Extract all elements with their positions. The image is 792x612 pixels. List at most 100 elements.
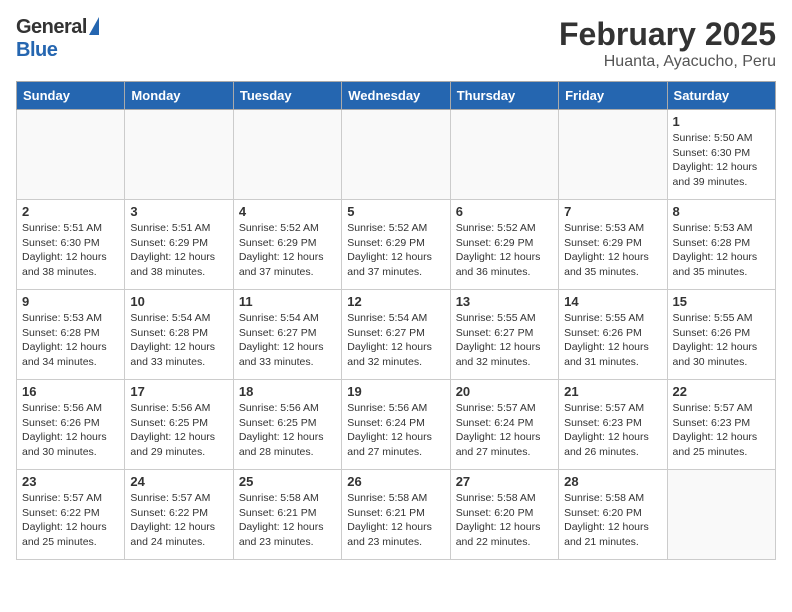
- week-row-2: 2Sunrise: 5:51 AM Sunset: 6:30 PM Daylig…: [17, 200, 776, 290]
- cell-text: Sunrise: 5:50 AM Sunset: 6:30 PM Dayligh…: [673, 131, 770, 190]
- location-title: Huanta, Ayacucho, Peru: [559, 53, 776, 71]
- month-title: February 2025: [559, 16, 776, 53]
- cal-cell-4-6: 21Sunrise: 5:57 AM Sunset: 6:23 PM Dayli…: [559, 380, 667, 470]
- cell-text: Sunrise: 5:56 AM Sunset: 6:26 PM Dayligh…: [22, 401, 119, 460]
- cell-text: Sunrise: 5:56 AM Sunset: 6:25 PM Dayligh…: [130, 401, 227, 460]
- day-number: 3: [130, 204, 227, 219]
- cal-cell-5-7: [667, 470, 775, 560]
- day-header-friday: Friday: [559, 82, 667, 110]
- day-number: 6: [456, 204, 553, 219]
- day-number: 24: [130, 474, 227, 489]
- week-row-1: 1 Sunrise: 5:50 AM Sunset: 6:30 PM Daylig…: [17, 110, 776, 200]
- day-number: 1: [673, 114, 770, 129]
- cell-text: Sunrise: 5:55 AM Sunset: 6:26 PM Dayligh…: [673, 311, 770, 370]
- day-header-monday: Monday: [125, 82, 233, 110]
- cal-cell-4-2: 17 Sunrise: 5:56 AM Sunset: 6:25 PM Dayli…: [125, 380, 233, 470]
- cell-text: Sunrise: 5:51 AM Sunset: 6:29 PM Dayligh…: [130, 221, 227, 280]
- cell-text: Sunrise: 5:57 AM Sunset: 6:22 PM Dayligh…: [22, 491, 119, 550]
- day-number: 8: [673, 204, 770, 219]
- cal-cell-1-5: [450, 110, 558, 200]
- cal-cell-2-2: 3 Sunrise: 5:51 AM Sunset: 6:29 PM Daylig…: [125, 200, 233, 290]
- cell-text: Sunrise: 5:57 AM Sunset: 6:24 PM Dayligh…: [456, 401, 553, 460]
- day-number: 15: [673, 294, 770, 309]
- cell-text: Sunrise: 5:58 AM Sunset: 6:20 PM Dayligh…: [456, 491, 553, 550]
- day-number: 23: [22, 474, 119, 489]
- day-number: 2: [22, 204, 119, 219]
- day-header-tuesday: Tuesday: [233, 82, 341, 110]
- day-number: 28: [564, 474, 661, 489]
- cell-text: Sunrise: 5:55 AM Sunset: 6:26 PM Dayligh…: [564, 311, 661, 370]
- day-number: 9: [22, 294, 119, 309]
- cal-cell-2-5: 6 Sunrise: 5:52 AM Sunset: 6:29 PM Daylig…: [450, 200, 558, 290]
- cell-text: Sunrise: 5:57 AM Sunset: 6:23 PM Dayligh…: [673, 401, 770, 460]
- week-row-3: 9 Sunrise: 5:53 AM Sunset: 6:28 PM Daylig…: [17, 290, 776, 380]
- cal-cell-2-7: 8 Sunrise: 5:53 AM Sunset: 6:28 PM Daylig…: [667, 200, 775, 290]
- cal-cell-1-6: [559, 110, 667, 200]
- day-header-sunday: Sunday: [17, 82, 125, 110]
- day-number: 11: [239, 294, 336, 309]
- cell-text: Sunrise: 5:56 AM Sunset: 6:24 PM Dayligh…: [347, 401, 444, 460]
- cell-text: Sunrise: 5:57 AM Sunset: 6:22 PM Dayligh…: [130, 491, 227, 550]
- cal-cell-5-1: 23 Sunrise: 5:57 AM Sunset: 6:22 PM Dayli…: [17, 470, 125, 560]
- cal-cell-3-6: 14 Sunrise: 5:55 AM Sunset: 6:26 PM Dayli…: [559, 290, 667, 380]
- calendar-table: SundayMondayTuesdayWednesdayThursdayFrid…: [16, 81, 776, 560]
- day-number: 14: [564, 294, 661, 309]
- cell-text: Sunrise: 5:53 AM Sunset: 6:28 PM Dayligh…: [673, 221, 770, 280]
- cell-text: Sunrise: 5:54 AM Sunset: 6:27 PM Dayligh…: [239, 311, 336, 370]
- cal-cell-3-3: 11 Sunrise: 5:54 AM Sunset: 6:27 PM Dayli…: [233, 290, 341, 380]
- cell-text: Sunrise: 5:52 AM Sunset: 6:29 PM Dayligh…: [239, 221, 336, 280]
- day-number: 26: [347, 474, 444, 489]
- cell-text: Sunrise: 5:52 AM Sunset: 6:29 PM Dayligh…: [347, 221, 444, 280]
- cal-cell-3-1: 9 Sunrise: 5:53 AM Sunset: 6:28 PM Daylig…: [17, 290, 125, 380]
- cell-text: Sunrise: 5:58 AM Sunset: 6:21 PM Dayligh…: [239, 491, 336, 550]
- cal-cell-5-4: 26 Sunrise: 5:58 AM Sunset: 6:21 PM Dayli…: [342, 470, 450, 560]
- cal-cell-5-5: 27Sunrise: 5:58 AM Sunset: 6:20 PM Dayli…: [450, 470, 558, 560]
- day-number: 12: [347, 294, 444, 309]
- day-header-wednesday: Wednesday: [342, 82, 450, 110]
- cal-cell-1-1: [17, 110, 125, 200]
- day-number: 13: [456, 294, 553, 309]
- day-number: 16: [22, 384, 119, 399]
- cal-cell-1-3: [233, 110, 341, 200]
- cell-text: Sunrise: 5:58 AM Sunset: 6:20 PM Dayligh…: [564, 491, 661, 550]
- logo-blue: Blue: [16, 39, 57, 61]
- day-number: 4: [239, 204, 336, 219]
- day-number: 19: [347, 384, 444, 399]
- week-row-5: 23 Sunrise: 5:57 AM Sunset: 6:22 PM Dayli…: [17, 470, 776, 560]
- cell-text: Sunrise: 5:55 AM Sunset: 6:27 PM Dayligh…: [456, 311, 553, 370]
- cal-cell-4-3: 18Sunrise: 5:56 AM Sunset: 6:25 PM Dayli…: [233, 380, 341, 470]
- cell-text: Sunrise: 5:54 AM Sunset: 6:27 PM Dayligh…: [347, 311, 444, 370]
- cell-text: Sunrise: 5:57 AM Sunset: 6:23 PM Dayligh…: [564, 401, 661, 460]
- cell-text: Sunrise: 5:53 AM Sunset: 6:28 PM Dayligh…: [22, 311, 119, 370]
- cell-text: Sunrise: 5:58 AM Sunset: 6:21 PM Dayligh…: [347, 491, 444, 550]
- cal-cell-2-6: 7Sunrise: 5:53 AM Sunset: 6:29 PM Daylig…: [559, 200, 667, 290]
- cal-cell-3-7: 15 Sunrise: 5:55 AM Sunset: 6:26 PM Dayli…: [667, 290, 775, 380]
- title-area: February 2025 Huanta, Ayacucho, Peru: [559, 16, 776, 71]
- cal-cell-5-3: 25 Sunrise: 5:58 AM Sunset: 6:21 PM Dayli…: [233, 470, 341, 560]
- day-number: 5: [347, 204, 444, 219]
- cal-cell-2-1: 2Sunrise: 5:51 AM Sunset: 6:30 PM Daylig…: [17, 200, 125, 290]
- cal-cell-4-1: 16 Sunrise: 5:56 AM Sunset: 6:26 PM Dayli…: [17, 380, 125, 470]
- day-number: 22: [673, 384, 770, 399]
- calendar-body: 1 Sunrise: 5:50 AM Sunset: 6:30 PM Daylig…: [17, 110, 776, 560]
- day-number: 7: [564, 204, 661, 219]
- cal-cell-1-4: [342, 110, 450, 200]
- cal-cell-4-5: 20 Sunrise: 5:57 AM Sunset: 6:24 PM Dayli…: [450, 380, 558, 470]
- header: General Blue February 2025 Huanta, Ayacu…: [16, 16, 776, 71]
- day-number: 25: [239, 474, 336, 489]
- cal-cell-4-7: 22 Sunrise: 5:57 AM Sunset: 6:23 PM Dayli…: [667, 380, 775, 470]
- day-number: 10: [130, 294, 227, 309]
- cal-cell-1-7: 1 Sunrise: 5:50 AM Sunset: 6:30 PM Daylig…: [667, 110, 775, 200]
- cal-cell-5-6: 28 Sunrise: 5:58 AM Sunset: 6:20 PM Dayli…: [559, 470, 667, 560]
- cell-text: Sunrise: 5:54 AM Sunset: 6:28 PM Dayligh…: [130, 311, 227, 370]
- logo-icon: [89, 17, 99, 35]
- day-header-saturday: Saturday: [667, 82, 775, 110]
- cal-cell-2-3: 4 Sunrise: 5:52 AM Sunset: 6:29 PM Daylig…: [233, 200, 341, 290]
- day-number: 17: [130, 384, 227, 399]
- day-header-thursday: Thursday: [450, 82, 558, 110]
- cal-cell-1-2: [125, 110, 233, 200]
- days-header-row: SundayMondayTuesdayWednesdayThursdayFrid…: [17, 82, 776, 110]
- cal-cell-3-4: 12 Sunrise: 5:54 AM Sunset: 6:27 PM Dayli…: [342, 290, 450, 380]
- day-number: 20: [456, 384, 553, 399]
- cell-text: Sunrise: 5:52 AM Sunset: 6:29 PM Dayligh…: [456, 221, 553, 280]
